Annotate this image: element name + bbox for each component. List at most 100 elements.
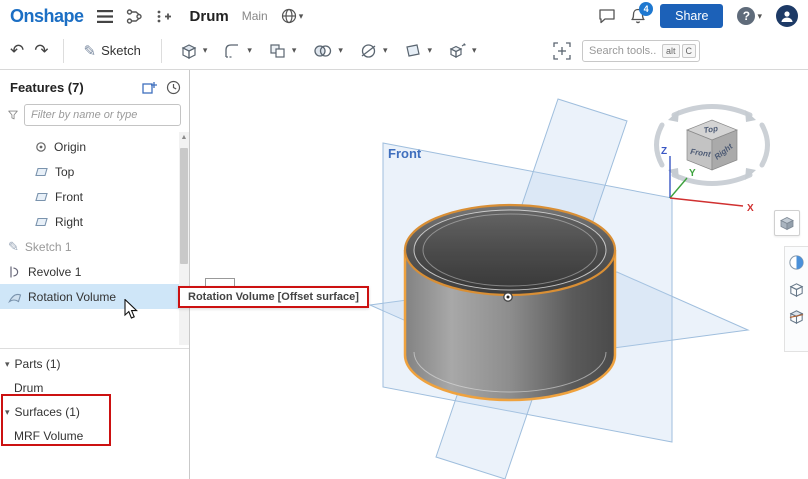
right-edge-toolbar [784, 246, 808, 352]
user-avatar[interactable] [776, 5, 798, 27]
onshape-app: Onshape Drum Main ▾ 4 Share ? [0, 0, 808, 479]
section-view-icon[interactable] [788, 308, 805, 325]
globe-caret-icon[interactable]: ▾ [299, 11, 304, 22]
feature-label: Sketch 1 [25, 240, 72, 254]
appearance-sphere-icon[interactable] [788, 254, 805, 271]
feature-label: Top [55, 165, 74, 179]
header-right-group: 4 Share ? ▾ [598, 4, 798, 28]
feature-item-origin[interactable]: Origin [0, 134, 179, 159]
feature-item-right-plane[interactable]: Right [0, 209, 179, 234]
sketch-icon: ✎ [8, 239, 19, 255]
mouse-cursor [124, 299, 140, 321]
filter-funnel-icon [8, 108, 18, 122]
document-title: Drum [190, 8, 229, 25]
extrude-tool-button[interactable]: ▾ [176, 40, 211, 62]
feature-tree: Origin Top Front Right ✎ Sketch 1 Revolv… [0, 134, 179, 309]
scrollbar-up-icon[interactable]: ▲ [179, 132, 189, 144]
units-globe-icon[interactable]: ▾ [281, 8, 304, 24]
split-icon [359, 42, 378, 60]
feature-toolbar: ↶ ↷ ✎ Sketch ▾ ▾ ▾ ▾ ▾ ▾ [0, 32, 808, 70]
toolbar-divider [161, 39, 162, 63]
features-panel-title: Features (7) [10, 80, 84, 95]
section-caret-icon[interactable]: ▾ [5, 407, 10, 418]
drum-inner-rim [414, 210, 606, 290]
history-clock-icon[interactable] [166, 80, 181, 95]
tooltip-text: Rotation Volume [Offset surface] [188, 291, 359, 303]
share-button[interactable]: Share [660, 4, 723, 28]
y-axis-label: Y [689, 168, 696, 179]
notifications-bell-icon[interactable]: 4 [630, 8, 646, 25]
feature-item-rotation-volume[interactable]: Rotation Volume [0, 284, 179, 309]
3d-scene[interactable]: Front Right [190, 70, 808, 479]
part-item-drum[interactable]: Drum [0, 376, 189, 400]
help-icon[interactable]: ? [737, 7, 755, 25]
onshape-logo[interactable]: Onshape [10, 6, 84, 27]
undo-button[interactable]: ↶ [10, 42, 24, 59]
filter-row [8, 104, 181, 126]
feature-item-revolve1[interactable]: Revolve 1 [0, 259, 179, 284]
front-plane-label: Front [388, 146, 422, 161]
transform-tool-button[interactable]: ▾ [445, 40, 480, 62]
plane-icon [34, 190, 49, 204]
dropdown-caret-icon[interactable]: ▾ [338, 45, 343, 56]
fillet-icon [223, 42, 242, 60]
hamburger-menu-icon[interactable] [97, 10, 113, 23]
sketch-button[interactable]: ✎ Sketch [78, 39, 147, 63]
scrollbar-thumb[interactable] [180, 148, 188, 264]
features-panel: Features (7) Origin Top Front [0, 70, 190, 479]
dropdown-caret-icon[interactable]: ▾ [292, 45, 297, 56]
dropdown-caret-icon[interactable]: ▾ [427, 45, 432, 56]
redo-button[interactable]: ↷ [34, 42, 48, 59]
help-caret-icon[interactable]: ▾ [757, 11, 762, 22]
filter-input[interactable] [24, 104, 181, 126]
iso-cube-icon [779, 215, 795, 231]
parts-surfaces-list: ▾ Parts (1) Drum ▾ Surfaces (1) MRF Volu… [0, 348, 189, 448]
notification-count-badge: 4 [639, 2, 653, 16]
parts-section-header[interactable]: ▾ Parts (1) [0, 352, 189, 376]
named-views-cube-icon[interactable] [788, 281, 805, 298]
follow-mode-icon[interactable] [156, 9, 171, 24]
workspace-name[interactable]: Main [242, 9, 268, 23]
mate-connector-icon[interactable] [552, 41, 572, 61]
dropdown-caret-icon[interactable]: ▾ [247, 45, 252, 56]
surface-icon [8, 290, 22, 304]
help-menu[interactable]: ? ▾ [737, 7, 762, 25]
surface-label: MRF Volume [14, 429, 83, 443]
search-tools-input[interactable] [582, 40, 700, 62]
fillet-tool-button[interactable]: ▾ [220, 40, 255, 62]
features-panel-header-icons [142, 80, 181, 95]
feature-item-top-plane[interactable]: Top [0, 159, 179, 184]
extrude-icon [179, 42, 198, 60]
section-caret-icon[interactable]: ▾ [5, 359, 10, 370]
dropdown-caret-icon[interactable]: ▾ [203, 45, 208, 56]
feature-label: Revolve 1 [28, 265, 81, 279]
surface-tool-button[interactable]: ▾ [400, 40, 435, 62]
dropdown-caret-icon[interactable]: ▾ [383, 45, 388, 56]
revolve-icon [8, 265, 22, 279]
parts-header-label: Parts (1) [15, 357, 61, 371]
pattern-tool-button[interactable]: ▾ [265, 40, 300, 62]
sketch-button-label: Sketch [101, 43, 141, 58]
surface-tool-icon [403, 42, 422, 60]
feature-label: Front [55, 190, 83, 204]
feature-item-sketch1[interactable]: ✎ Sketch 1 [0, 234, 179, 259]
comments-icon[interactable] [598, 8, 616, 24]
graphics-viewport[interactable]: Front Right [190, 70, 808, 479]
plane-icon [34, 165, 49, 179]
dropdown-caret-icon[interactable]: ▾ [472, 45, 477, 56]
pattern-icon [268, 42, 287, 60]
feature-item-front-plane[interactable]: Front [0, 184, 179, 209]
isometric-view-button[interactable] [774, 210, 800, 236]
insert-features-icon[interactable] [142, 81, 158, 95]
surface-item-mrf-volume[interactable]: MRF Volume [0, 424, 189, 448]
toolbar-divider [63, 39, 64, 63]
split-tool-button[interactable]: ▾ [356, 40, 391, 62]
surfaces-section-header[interactable]: ▾ Surfaces (1) [0, 400, 189, 424]
feature-label: Origin [54, 140, 86, 154]
boolean-tool-button[interactable]: ▾ [309, 40, 346, 62]
feature-tree-scrollbar[interactable]: ▲ [179, 132, 189, 345]
origin-icon [34, 140, 48, 154]
feature-label: Rotation Volume [28, 290, 116, 304]
feature-label: Right [55, 215, 83, 229]
versions-tree-icon[interactable] [126, 9, 143, 24]
